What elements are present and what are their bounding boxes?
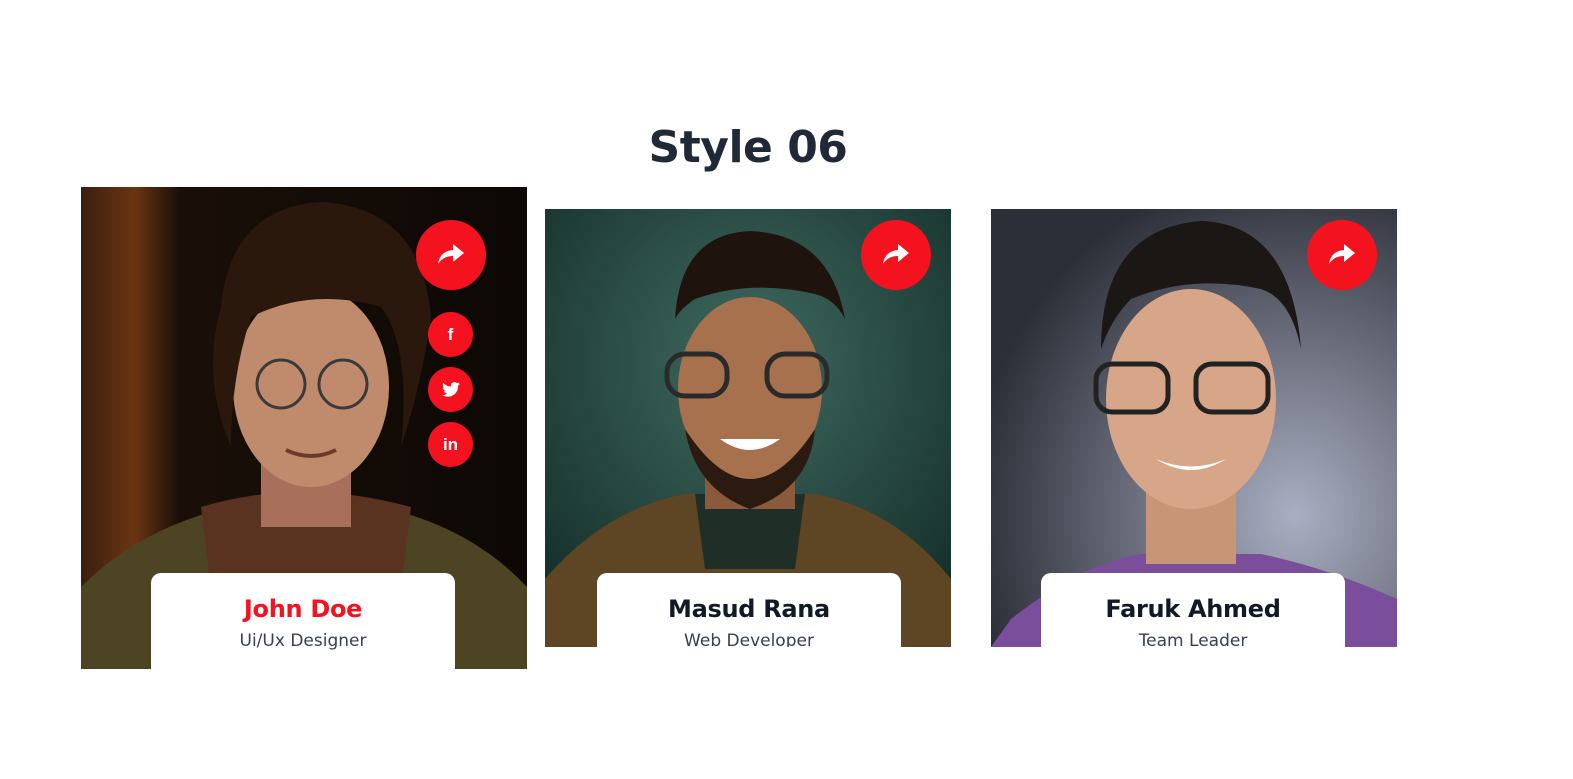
linkedin-icon: in <box>442 434 459 454</box>
team-card-masud-rana[interactable]: Masud Rana Web Developer <box>545 209 951 647</box>
share-icon <box>1329 244 1355 264</box>
facebook-button[interactable]: f <box>428 312 473 357</box>
share-icon <box>883 244 909 264</box>
member-name[interactable]: Masud Rana <box>597 595 901 623</box>
facebook-icon: f <box>447 324 454 344</box>
share-button[interactable] <box>861 220 931 290</box>
member-role: Web Developer <box>684 631 814 647</box>
member-name[interactable]: John Doe <box>151 595 455 623</box>
twitter-button[interactable] <box>428 367 473 412</box>
member-role: Team Leader <box>1138 631 1248 647</box>
twitter-icon <box>441 382 460 397</box>
team-card-faruk-ahmed[interactable]: Faruk Ahmed Team Leader <box>991 209 1397 647</box>
share-button[interactable] <box>416 220 486 290</box>
team-card-john-doe[interactable]: f in John Doe Ui/Ux Designer <box>81 187 527 669</box>
share-button[interactable] <box>1307 220 1377 290</box>
member-info: Masud Rana Web Developer <box>597 573 901 647</box>
linkedin-button[interactable]: in <box>428 422 473 467</box>
section-title: Style 06 <box>648 122 848 173</box>
member-info: Faruk Ahmed Team Leader <box>1041 573 1345 647</box>
member-info: John Doe Ui/Ux Designer <box>151 573 455 669</box>
member-role: Ui/Ux Designer <box>239 631 367 651</box>
member-name[interactable]: Faruk Ahmed <box>1041 595 1345 623</box>
share-icon <box>438 244 464 264</box>
